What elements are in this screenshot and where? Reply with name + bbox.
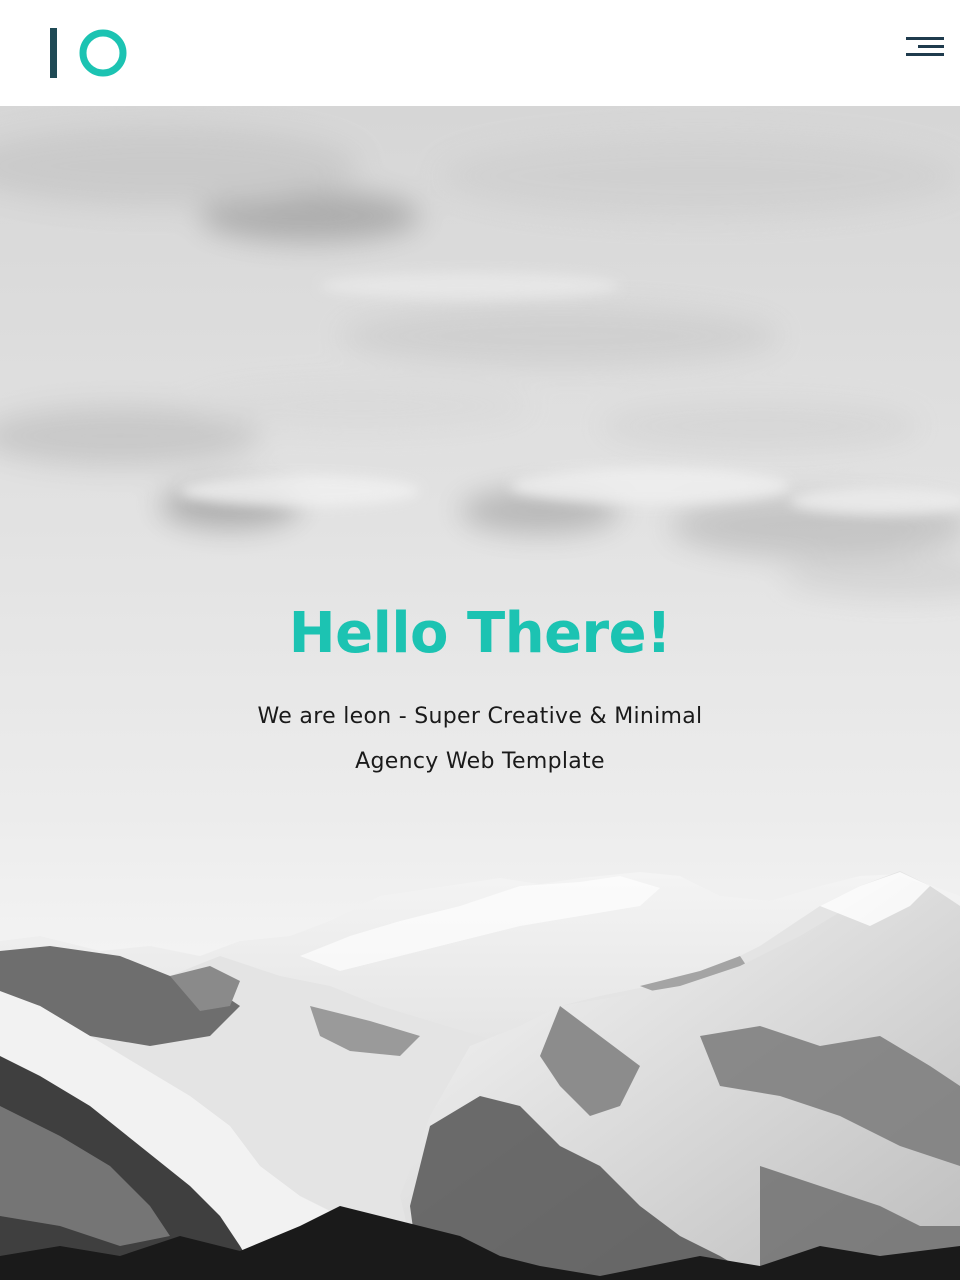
hamburger-menu-icon: [906, 37, 944, 56]
top-navigation-bar: [0, 0, 960, 106]
hero-subtitle: We are leon - Super Creative & Minimal A…: [257, 704, 703, 774]
hero-content: Hello There! We are leon - Super Creativ…: [0, 596, 960, 784]
page: Hello There! We are leon - Super Creativ…: [0, 0, 960, 1280]
hero-section: Hello There! We are leon - Super Creativ…: [0, 106, 960, 1280]
logo-icon: [50, 28, 127, 78]
menu-button[interactable]: [898, 30, 950, 70]
hero-title: Hello There!: [288, 601, 672, 666]
site-logo[interactable]: [50, 28, 130, 80]
